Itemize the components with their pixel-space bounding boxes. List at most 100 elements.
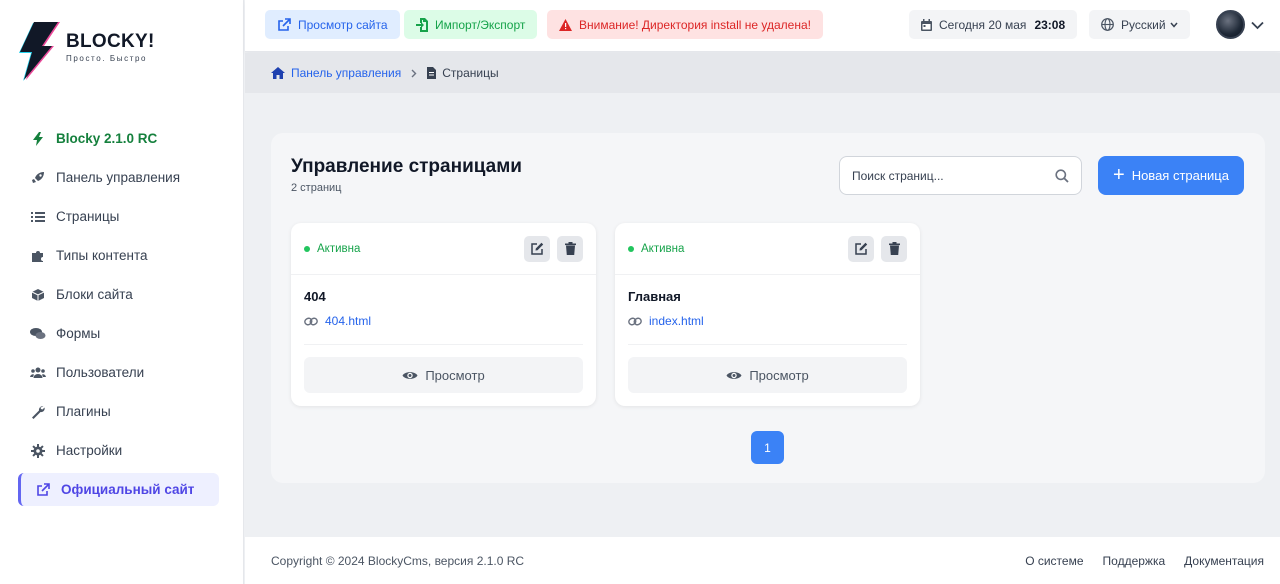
import-export-button[interactable]: Импорт/Экспорт	[404, 10, 538, 39]
new-page-button[interactable]: + Новая страница	[1098, 156, 1244, 195]
footer-link-support[interactable]: Поддержка	[1103, 554, 1166, 568]
trash-icon	[564, 242, 576, 255]
calendar-icon	[921, 18, 932, 31]
list-icon	[30, 209, 46, 225]
page-title: Управление страницами	[291, 156, 522, 177]
new-page-label: Новая страница	[1131, 168, 1229, 183]
divider	[628, 344, 907, 345]
sidebar-item-content-types[interactable]: Типы контента	[18, 236, 219, 275]
sidebar-item-label: Типы контента	[56, 248, 148, 263]
external-link-icon	[277, 17, 291, 32]
sidebar-item-label: Страницы	[56, 209, 120, 224]
gear-icon	[30, 443, 46, 459]
copyright-text: Copyright © 2024 BlockyCms, версия 2.1.0…	[271, 553, 525, 568]
brand-tagline: Просто. Быстро	[66, 54, 148, 63]
breadcrumb-home-label: Панель управления	[291, 66, 402, 80]
time-text: 23:08	[1034, 17, 1066, 32]
puzzle-icon	[30, 248, 46, 264]
view-site-button[interactable]: Просмотр сайта	[265, 10, 400, 39]
pagination-page-1[interactable]: 1	[751, 431, 784, 464]
lightning-logo-icon	[19, 22, 60, 81]
page-link-label: 404.html	[325, 314, 372, 328]
page-link[interactable]: 404.html	[304, 314, 371, 328]
breadcrumb-current: Страницы	[427, 66, 499, 80]
sidebar-item-forms[interactable]: Формы	[18, 314, 219, 353]
sidebar-nav: Blocky 2.1.0 RC Панель управления Страни…	[18, 119, 219, 506]
date-text: Сегодня 20 мая	[939, 17, 1027, 32]
sidebar-item-label: Настройки	[56, 443, 123, 458]
breadcrumb-current-label: Страницы	[442, 66, 499, 80]
status-badge: Активна	[304, 243, 517, 255]
sidebar-item-version[interactable]: Blocky 2.1.0 RC	[18, 119, 219, 158]
chevron-down-icon[interactable]	[1251, 17, 1264, 35]
chevron-down-icon	[1169, 22, 1178, 28]
page-card: Активна 404 404.html Просмотр	[291, 223, 596, 406]
trash-icon	[888, 242, 900, 255]
page-link-label: index.html	[649, 314, 704, 328]
status-dot	[628, 245, 634, 252]
cube-icon	[30, 287, 46, 303]
sidebar-item-label: Блоки сайта	[56, 287, 133, 302]
pages-panel: Управление страницами 2 страниц + Новая …	[271, 133, 1265, 483]
page-link[interactable]: index.html	[628, 314, 704, 328]
page-name: Главная	[628, 289, 681, 304]
sidebar-item-plugins[interactable]: Плагины	[18, 392, 219, 431]
comments-icon	[30, 326, 46, 342]
edit-button[interactable]	[524, 235, 550, 262]
eye-icon	[402, 370, 418, 381]
sidebar-item-official-site[interactable]: Официальный сайт	[18, 473, 219, 506]
pages-count: 2 страниц	[291, 182, 342, 194]
wrench-icon	[30, 404, 46, 420]
topbar: Просмотр сайта Импорт/Экспорт Внимание! …	[245, 0, 1280, 52]
sidebar-item-pages[interactable]: Страницы	[18, 197, 219, 236]
sidebar-item-label: Пользователи	[56, 365, 145, 380]
view-site-label: Просмотр сайта	[298, 17, 388, 32]
import-export-label: Импорт/Экспорт	[435, 17, 526, 32]
delete-button[interactable]	[881, 235, 907, 262]
status-dot	[304, 245, 310, 252]
sidebar-item-label: Официальный сайт	[61, 482, 195, 497]
globe-icon	[1101, 18, 1114, 31]
search-input[interactable]	[852, 168, 1055, 183]
plus-icon: +	[1113, 163, 1125, 186]
footer-link-about[interactable]: О системе	[1025, 554, 1083, 568]
view-button[interactable]: Просмотр	[628, 357, 907, 393]
sidebar-item-label: Формы	[56, 326, 101, 341]
warning-icon	[559, 18, 572, 31]
chevron-right-icon	[411, 69, 417, 78]
view-button[interactable]: Просмотр	[304, 357, 583, 393]
sidebar-item-users[interactable]: Пользователи	[18, 353, 219, 392]
file-import-icon	[416, 17, 428, 32]
bolt-icon	[30, 131, 46, 147]
language-selector[interactable]: Русский	[1089, 10, 1190, 39]
language-label: Русский	[1121, 17, 1166, 32]
eye-icon	[726, 370, 742, 381]
view-label: Просмотр	[425, 367, 485, 383]
footer: Copyright © 2024 BlockyCms, версия 2.1.0…	[245, 537, 1280, 584]
avatar[interactable]	[1216, 10, 1245, 39]
view-label: Просмотр	[749, 367, 809, 383]
delete-button[interactable]	[557, 235, 583, 262]
edit-button[interactable]	[848, 235, 874, 262]
install-warning-text: Внимание! Директория install не удалена!	[579, 17, 811, 32]
sidebar-item-label: Blocky 2.1.0 RC	[56, 131, 158, 146]
breadcrumb: Панель управления Страницы	[245, 53, 1280, 93]
sidebar-item-settings[interactable]: Настройки	[18, 431, 219, 470]
edit-icon	[854, 242, 867, 255]
breadcrumb-home[interactable]: Панель управления	[271, 66, 401, 80]
external-link-icon	[35, 482, 51, 498]
status-label: Активна	[641, 242, 685, 255]
home-icon	[271, 67, 285, 79]
link-icon	[628, 316, 642, 327]
footer-link-docs[interactable]: Документация	[1184, 554, 1264, 568]
search-icon[interactable]	[1055, 168, 1069, 183]
rocket-icon	[30, 170, 46, 186]
install-warning[interactable]: Внимание! Директория install не удалена!	[547, 10, 823, 39]
sidebar-item-site-blocks[interactable]: Блоки сайта	[18, 275, 219, 314]
sidebar-item-dashboard[interactable]: Панель управления	[18, 158, 219, 197]
date-display: Сегодня 20 мая 23:08	[909, 10, 1078, 39]
logo[interactable]: BLOCKY! Просто. Быстро	[18, 20, 155, 82]
users-icon	[30, 365, 46, 381]
status-badge: Активна	[628, 243, 841, 255]
sidebar: BLOCKY! Просто. Быстро Blocky 2.1.0 RC П…	[0, 0, 244, 584]
